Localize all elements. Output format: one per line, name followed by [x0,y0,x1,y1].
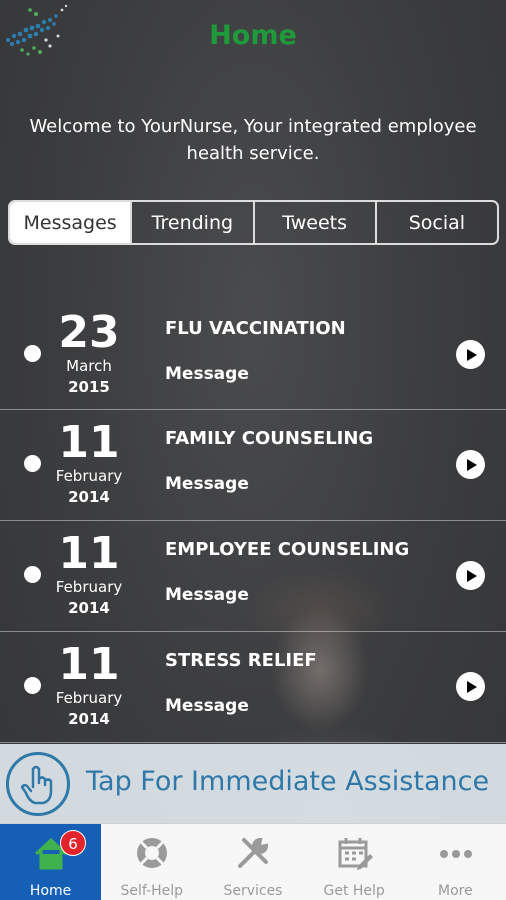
play-icon[interactable] [456,340,485,369]
play-icon[interactable] [456,672,485,701]
bullet-icon [24,345,41,362]
tab-get-help[interactable]: Get Help [304,824,405,900]
message-title: FLU VACCINATION [165,318,346,339]
bullet-icon [24,677,41,694]
message-title: STRESS RELIEF [165,650,317,671]
date-month: February [55,689,123,707]
list-item[interactable]: 23 March 2015 FLU VACCINATION Message [0,300,506,410]
tab-messages[interactable]: Messages [10,202,131,243]
hand-pointer-icon [6,752,70,816]
list-item[interactable]: 11 February 2014 STRESS RELIEF Message [0,632,506,743]
lifebuoy-icon [137,838,168,868]
bullet-icon [24,455,41,472]
date-year: 2014 [68,488,110,506]
message-type: Message [165,364,249,384]
immediate-assistance-button[interactable]: Tap For Immediate Assistance [0,744,506,823]
message-type: Message [165,474,249,494]
tools-icon [238,837,269,868]
message-date: 11 February 2014 [52,642,126,730]
tab-more[interactable]: More [405,824,506,900]
tab-label: Home [29,883,72,899]
list-item[interactable]: 11 February 2014 FAMILY COUNSELING Messa… [0,410,506,521]
tab-tweets[interactable]: Tweets [252,202,375,243]
tab-home[interactable]: 6 Home [0,824,102,900]
welcome-text: Welcome to YourNurse, Your integrated em… [29,116,477,164]
bottom-tab-bar: 6 Home Self-Help Services Get Help More [0,823,506,900]
date-day: 11 [58,417,120,468]
play-icon[interactable] [456,450,485,479]
tab-label: More [437,883,473,899]
date-month: February [55,578,123,596]
assistance-label: Tap For Immediate Assistance [86,766,490,797]
tab-label: Self-Help [120,883,184,899]
tab-services[interactable]: Services [202,824,303,900]
date-year: 2014 [68,599,110,617]
message-date: 23 March 2015 [52,310,126,398]
date-month: February [55,467,123,485]
notification-badge: 6 [60,830,86,856]
page-title: Home [209,20,297,51]
message-list: 23 March 2015 FLU VACCINATION Message 11… [0,300,506,743]
tab-self-help[interactable]: Self-Help [101,824,202,900]
message-date: 11 February 2014 [52,420,126,508]
date-day: 11 [58,639,120,690]
calendar-icon [338,838,373,870]
bullet-icon [24,566,41,583]
date-year: 2014 [68,710,110,728]
tab-social[interactable]: Social [374,202,497,243]
more-dots-icon [439,850,472,858]
list-item[interactable]: 11 February 2014 EMPLOYEE COUNSELING Mes… [0,521,506,632]
date-month: March [66,357,112,375]
tab-label: Services [223,883,283,899]
date-year: 2015 [68,378,110,396]
message-date: 11 February 2014 [52,531,126,619]
message-type: Message [165,696,249,716]
message-title: FAMILY COUNSELING [165,428,374,449]
date-day: 23 [58,307,120,358]
play-icon[interactable] [456,561,485,590]
tab-trending[interactable]: Trending [130,202,252,243]
segmented-tabs: Messages Trending Tweets Social [8,200,499,245]
date-day: 11 [58,528,120,579]
message-type: Message [165,585,249,605]
tab-label: Get Help [323,883,385,899]
message-title: EMPLOYEE COUNSELING [165,539,410,560]
